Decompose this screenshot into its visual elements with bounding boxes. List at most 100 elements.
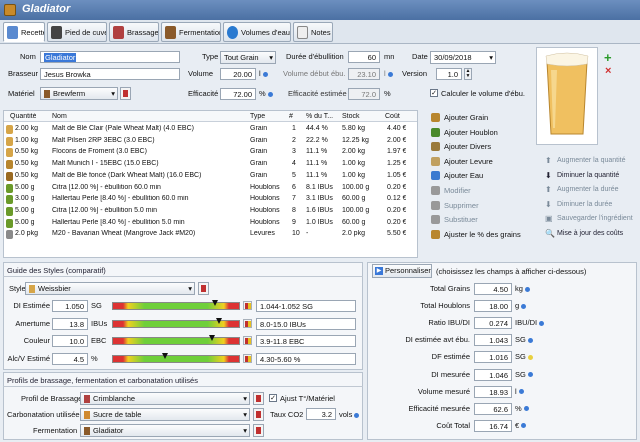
adjust-icon: ⬆ [545,156,552,165]
tab-brassage[interactable]: Brassage [109,22,159,42]
delete-icon[interactable]: × [605,66,615,77]
efficacite-field[interactable]: 72.00 [220,88,256,100]
edit-icon [201,285,206,292]
vol-debut-field: 23.10 [348,68,380,80]
adjust-augmenter-la-quantit-[interactable]: ⬆ Augmenter la quantité [545,156,626,165]
styles-section-title: Guide des Styles (comparatif) [7,266,106,275]
adjust-icon: ▣ [545,214,553,223]
chevron-down-icon: ▾ [188,284,192,293]
col-type[interactable]: Type [250,113,265,120]
col-cout[interactable]: Coût [385,113,400,120]
action-ajouter-eau[interactable]: Ajouter Eau [431,171,483,181]
ajust-checkbox[interactable]: ✓ [269,394,277,402]
style-row-label: Amertume [15,318,50,328]
style-range-field: 4.30-5.60 % [256,352,356,365]
action-ajuster-le-des-grains[interactable]: Ajuster le % des grains [431,229,521,239]
stat-label: DI estimée avt ébu. [405,335,470,345]
carbonatation-select[interactable]: Sucre de table ▾ [80,408,250,421]
action-substituer[interactable]: Substituer [431,215,478,225]
style-edit-button[interactable] [198,282,209,295]
table-row[interactable]: 3.00 g Hallertau Perle [8.40 %] - ébullit… [4,194,417,205]
adjust-icon: ⬇ [545,199,552,209]
style-select[interactable]: Weissbier ▾ [25,282,195,295]
table-row[interactable]: 0.50 kg Malt de Blé foncé (Dark Wheat Mal… [4,171,417,182]
col-stock[interactable]: Stock [342,113,360,120]
action-ajouter-levure[interactable]: Ajouter Levure [431,156,493,166]
stat-label: Efficacité mesurée [408,403,470,413]
fermentation-label: Fermentation [33,426,78,435]
brasseur-field[interactable]: Jesus Browka [40,68,180,80]
fermentation-edit-button[interactable] [253,424,264,437]
brassage-profile-select[interactable]: Crimblanche ▾ [80,392,250,405]
cell-num: 9 [292,218,296,226]
materiel-edit-button[interactable] [120,87,131,100]
table-row[interactable]: 0.50 kg Malt Munich I - 15EBC (15.0 EBC) G… [4,159,417,170]
cell-num: 2 [292,136,296,144]
action-ajouter-houblon[interactable]: Ajouter Houblon [431,127,498,137]
materiel-select[interactable]: Brewferm ▾ [40,87,118,100]
style-row-value: 4.5 [52,352,88,365]
tab-volumes-eau[interactable]: Volumes d'eau [223,22,291,42]
action-modifier[interactable]: Modifier [431,186,471,195]
calc-volume-label: Calculer le volume d'ébu. [441,89,525,98]
stat-value: 1.046 [474,368,512,381]
adjust-augmenter-la-dur-e[interactable]: ⬆ Augmenter la durée [545,186,618,194]
action-icon [431,156,440,166]
col-pct[interactable]: % du T... [306,113,333,120]
stat-unit: % [515,404,529,413]
stat-label: Volume mesuré [417,386,470,396]
eff-estimee-unit: % [384,89,391,98]
adjust-diminuer-la-quantit-[interactable]: ⬇ Diminuer la quantité [545,171,619,179]
table-row[interactable]: 1.00 kg Malt Pilsen 2RP 3EBC (3.0 EBC) Gra… [4,136,417,147]
type-select[interactable]: Tout Grain ▾ [220,51,276,64]
adjust-diminuer-la-dur-e[interactable]: ⬇ Diminuer la durée [545,199,612,209]
action-ajouter-grain[interactable]: Ajouter Grain [431,113,488,122]
cell-num: 5 [292,171,296,179]
tab-notes[interactable]: Notes [293,22,333,42]
stat-label: Total Grains [429,284,470,293]
tab-pied-de-cuve[interactable]: Pied de cuve [47,22,107,42]
divider [3,276,363,277]
brassage-edit-button[interactable] [253,392,264,405]
tab-fermentation[interactable]: Fermentation [161,22,221,42]
adjust-sauvegarder-l-ingr-dient[interactable]: ▣ Sauvegarder l'ingrédient [545,214,633,223]
col-quantite[interactable]: Quantité [10,113,36,120]
table-row[interactable]: 5.00 g Hallertau Perle [8.40 %] - ébullit… [4,218,417,229]
tab-recette[interactable]: Recette [3,22,45,42]
taux-co2-field[interactable]: 3.2 [306,408,336,420]
cell-name: Malt Munich I - 15EBC (15.0 EBC) [52,160,159,168]
fermentation-select[interactable]: Gladiator ▾ [80,424,250,437]
starter-icon [51,26,62,39]
table-row[interactable]: 2.0 pkg M20 - Bavarian Wheat (Mangrove Ja… [4,229,417,240]
cell-num: 8 [292,206,296,214]
table-row[interactable]: 5.00 g Citra [12.00 %] - ébullition 5.0 m… [4,206,417,217]
carbonatation-edit-button[interactable] [253,408,264,421]
col-nom[interactable]: Nom [52,113,67,120]
calc-volume-checkbox[interactable]: ✓ [430,89,438,97]
version-field[interactable]: 1.0 [436,68,462,80]
adjust-mise-jour-des-co-ts[interactable]: 🔍 Mise à jour des coûts [545,229,623,237]
tab-bar: Recette Pied de cuve Brassage Fermentati… [0,20,640,44]
action-supprimer[interactable]: Supprimer [431,200,479,210]
materiel-label: Matériel [8,89,35,98]
action-ajouter-divers[interactable]: Ajouter Divers [431,142,491,152]
duree-field[interactable]: 60 [348,51,380,63]
fermenter-icon [84,427,90,436]
date-picker[interactable]: 30/09/2018 ▾ [430,51,496,64]
info-dot-icon [387,71,393,77]
table-row[interactable]: 0.50 kg Flocons de Froment (3.0 EBC) Grain… [4,147,417,158]
stat-unit-text: SG [515,352,526,362]
style-range-field: 3.9-11.8 EBC [256,335,356,347]
version-spinner[interactable]: ▲ ▼ [464,68,472,80]
cell-type: Levures [250,230,275,238]
cell-qty: 0.50 kg [15,160,38,168]
col-num[interactable]: # [289,113,293,120]
nom-field[interactable]: Gladiator [40,51,180,63]
action-label: Ajouter Grain [444,113,489,122]
add-icon[interactable]: + [604,51,614,64]
table-row[interactable]: 5.00 g Citra [12.00 %] - ébullition 60.0 … [4,183,417,194]
personnaliser-button[interactable]: ▶ Personnaliser [372,264,432,278]
table-row[interactable]: 2.00 kg Malt de Blé Clair (Pale Wheat Mal… [4,124,417,135]
volume-field[interactable]: 20.00 [220,68,256,80]
stat-unit: kg [515,284,530,293]
